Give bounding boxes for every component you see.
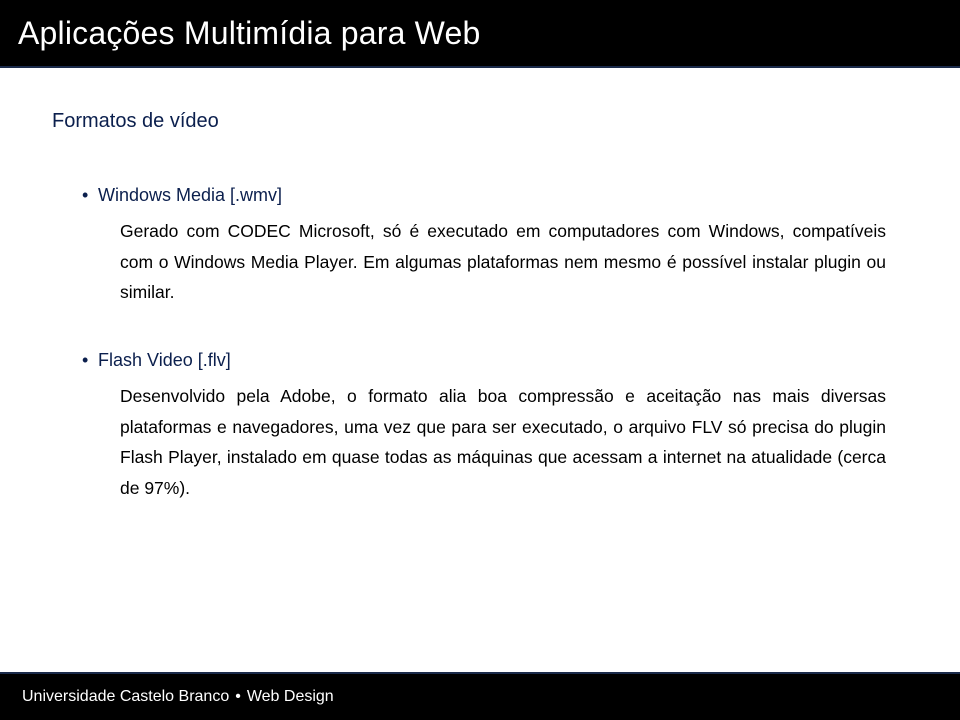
format-item-flv: Flash Video [.flv] Desenvolvido pela Ado… <box>52 350 896 504</box>
format-item-wmv: Windows Media [.wmv] Gerado com CODEC Mi… <box>52 185 896 308</box>
slide-header: Aplicações Multimídia para Web <box>0 0 960 68</box>
format-name-flv: Flash Video [.flv] <box>98 350 896 371</box>
format-name-wmv: Windows Media [.wmv] <box>98 185 896 206</box>
format-desc-flv: Desenvolvido pela Adobe, o formato alia … <box>98 381 896 504</box>
footer-course: Web Design <box>247 688 334 706</box>
slide-footer: Universidade Castelo Branco • Web Design <box>0 672 960 720</box>
footer-university: Universidade Castelo Branco <box>22 688 229 706</box>
section-title: Formatos de vídeo <box>52 110 896 133</box>
format-desc-wmv: Gerado com CODEC Microsoft, só é executa… <box>98 216 896 308</box>
footer-separator: • <box>235 688 241 706</box>
slide-title: Aplicações Multimídia para Web <box>18 15 481 52</box>
slide-content: Formatos de vídeo Windows Media [.wmv] G… <box>0 68 960 503</box>
